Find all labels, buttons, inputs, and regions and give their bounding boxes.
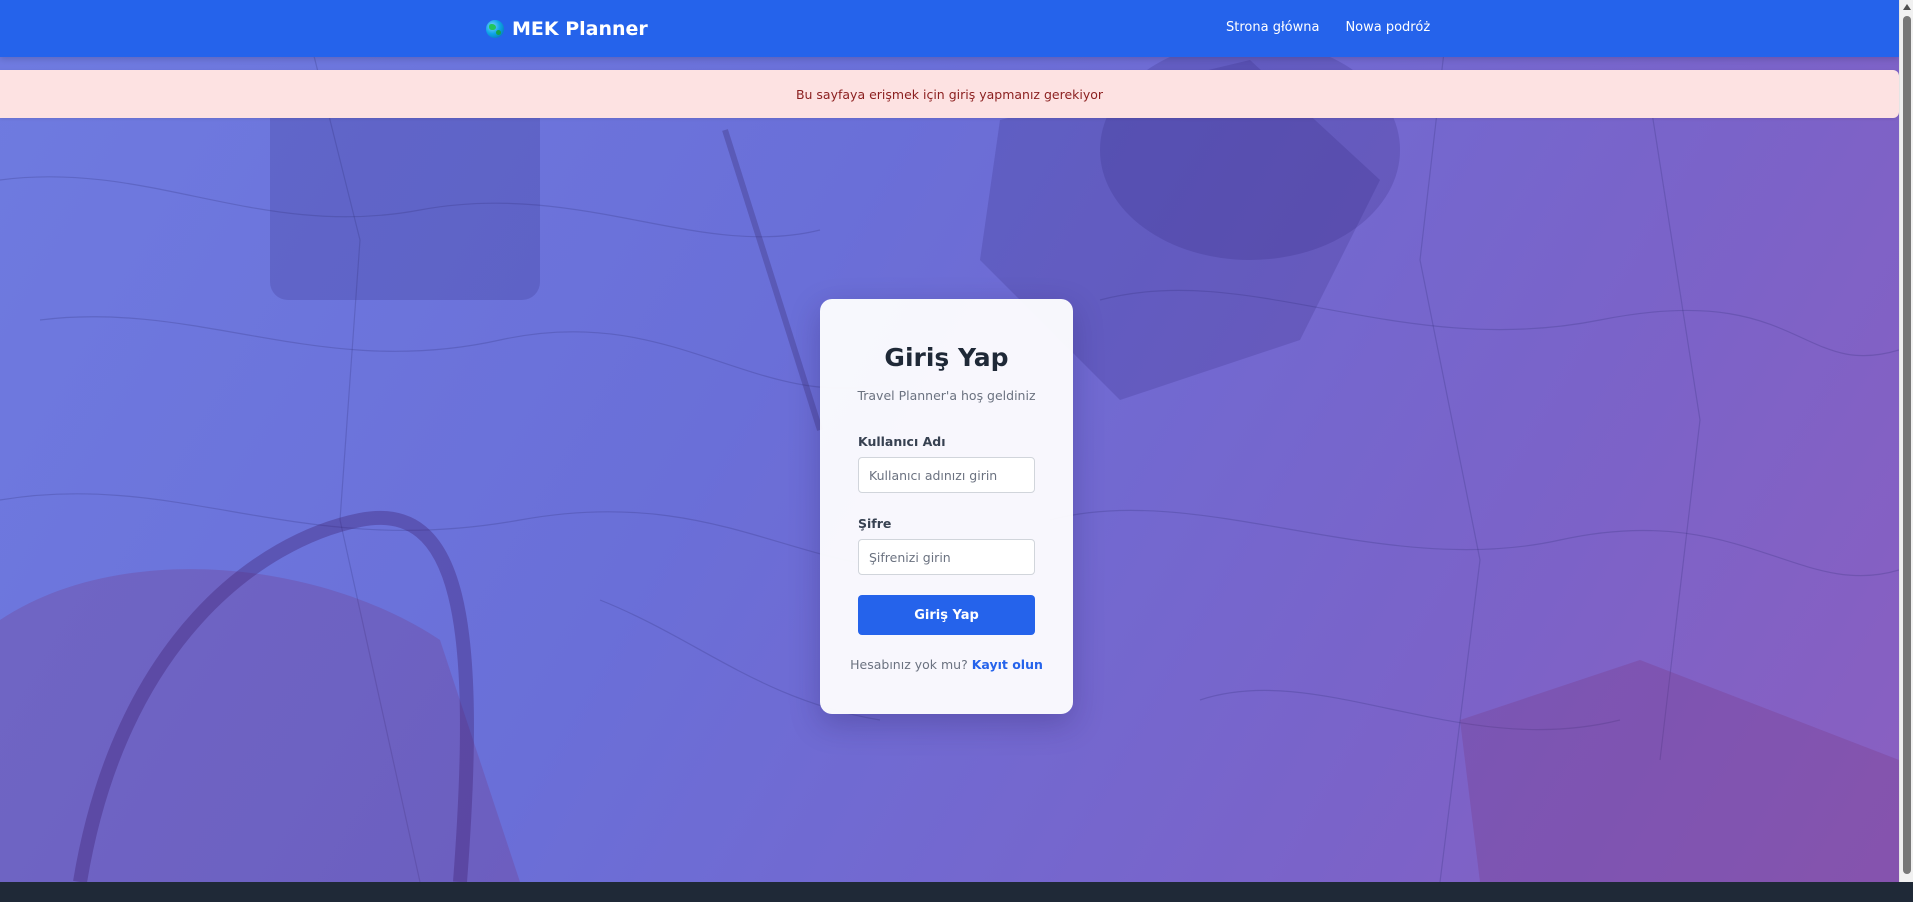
nav-link-new-trip[interactable]: Nowa podróż xyxy=(1345,20,1430,35)
globe-icon xyxy=(486,20,504,38)
nav-link-home[interactable]: Strona główna xyxy=(1226,20,1319,35)
username-label: Kullanıcı Adı xyxy=(858,434,946,449)
register-row: Hesabınız yok mu? Kayıt olun xyxy=(820,657,1073,672)
page-scrollbar[interactable] xyxy=(1899,0,1913,882)
password-label: Şifre xyxy=(858,516,892,531)
username-input[interactable] xyxy=(858,457,1035,493)
login-card: Giriş Yap Travel Planner'a hoş geldiniz … xyxy=(820,299,1073,714)
login-button[interactable]: Giriş Yap xyxy=(858,595,1035,635)
password-input[interactable] xyxy=(858,539,1035,575)
alert-message: Bu sayfaya erişmek için giriş yapmanız g… xyxy=(795,86,1104,102)
login-subtitle: Travel Planner'a hoş geldiniz xyxy=(857,388,1036,403)
register-prompt: Hesabınız yok mu? xyxy=(850,657,972,672)
register-link[interactable]: Kayıt olun xyxy=(972,657,1043,672)
footer-strip xyxy=(0,882,1913,902)
nav-links: Strona główna Nowa podróż xyxy=(1226,20,1430,35)
scroll-up-arrow-icon[interactable] xyxy=(1903,4,1911,10)
brand-name: MEK Planner xyxy=(512,18,648,40)
login-title: Giriş Yap xyxy=(884,343,1009,372)
brand-link[interactable]: MEK Planner xyxy=(486,18,648,40)
navbar: MEK Planner Strona główna Nowa podróż xyxy=(0,0,1899,57)
scroll-thumb[interactable] xyxy=(1903,16,1911,874)
alert-banner: Bu sayfaya erişmek için giriş yapmanız g… xyxy=(0,70,1899,118)
